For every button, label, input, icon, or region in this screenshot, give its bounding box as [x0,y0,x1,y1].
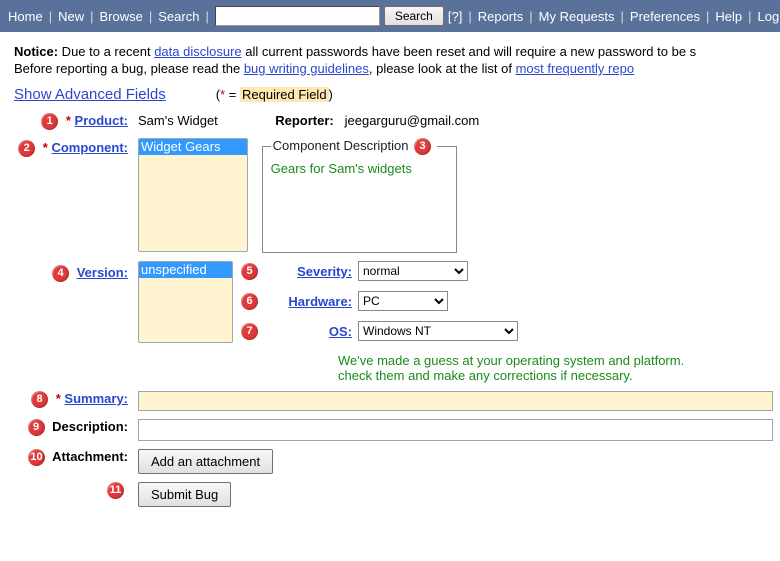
notice-line-2: Before reporting a bug, please read the … [14,61,770,76]
os-select[interactable]: Windows NT [358,321,518,341]
frequent-bugs-link[interactable]: most frequently repo [516,61,635,76]
summary-label-link[interactable]: Summary: [64,391,128,406]
component-description-text: Gears for Sam's widgets [271,161,448,176]
nav-help-qmark[interactable]: [?] [448,9,462,24]
annotation-2: 2 [18,140,35,157]
annotation-1: 1 [41,113,58,130]
nav-logout[interactable]: Log [758,9,780,24]
annotation-6: 6 [241,293,258,310]
annotation-9: 9 [28,419,45,436]
nav-new[interactable]: New [58,9,84,24]
version-select[interactable]: unspecified [138,261,233,343]
annotation-4: 4 [52,265,69,282]
component-label-link[interactable]: Component: [51,140,128,155]
product-value: Sam's Widget [138,113,258,128]
annotation-8: 8 [31,391,48,408]
reporter-label-link[interactable]: Reporter: [275,113,334,128]
bug-form: 1 * Product: Sam's Widget Reporter: jeeg… [14,109,773,511]
summary-input[interactable] [138,391,773,411]
required-field-legend: (* = Required Field) [216,87,333,102]
bug-guidelines-link[interactable]: bug writing guidelines [244,61,369,76]
nav-my-requests[interactable]: My Requests [539,9,615,24]
nav-preferences[interactable]: Preferences [630,9,700,24]
product-label-link[interactable]: Product: [75,113,128,128]
nav-browse[interactable]: Browse [99,9,142,24]
attachment-label: Attachment: [52,449,128,464]
show-advanced-fields-link[interactable]: Show Advanced Fields [14,86,166,103]
os-label-link[interactable]: OS: [329,324,352,339]
annotation-5: 5 [241,263,258,280]
annotation-3: 3 [414,138,431,155]
hardware-select[interactable]: PC [358,291,448,311]
submit-bug-button[interactable]: Submit Bug [138,482,231,507]
nav-search-link[interactable]: Search [158,9,199,24]
os-guess-text: We've made a guess at your operating sys… [338,353,773,383]
main-content: Notice: Due to a recent data disclosure … [0,32,780,521]
notice-line-1: Notice: Due to a recent data disclosure … [14,44,770,59]
nav-help[interactable]: Help [715,9,742,24]
component-description-legend: Component Description 3 [271,138,437,155]
description-label: Description: [52,419,128,434]
hardware-label-link[interactable]: Hardware: [288,294,352,309]
search-button[interactable]: Search [384,6,444,26]
component-option[interactable]: Widget Gears [139,139,247,155]
add-attachment-button[interactable]: Add an attachment [138,449,273,474]
version-label-link[interactable]: Version: [77,265,128,280]
component-description-box: Component Description 3 Gears for Sam's … [262,138,457,253]
top-nav: Home| New| Browse| Search| Search [?]| R… [0,0,780,32]
version-option[interactable]: unspecified [139,262,232,278]
annotation-10: 10 [28,449,45,466]
notice-prefix: Notice: [14,44,58,59]
nav-reports[interactable]: Reports [478,9,524,24]
annotation-7: 7 [241,323,258,340]
nav-home[interactable]: Home [8,9,43,24]
severity-select[interactable]: normal [358,261,468,281]
reporter-value: jeegarguru@gmail.com [345,113,480,128]
severity-label-link[interactable]: Severity: [297,264,352,279]
component-select[interactable]: Widget Gears [138,138,248,252]
data-disclosure-link[interactable]: data disclosure [154,44,241,59]
description-input[interactable] [138,419,773,441]
annotation-11: 11 [107,482,124,499]
search-input[interactable] [215,6,380,26]
